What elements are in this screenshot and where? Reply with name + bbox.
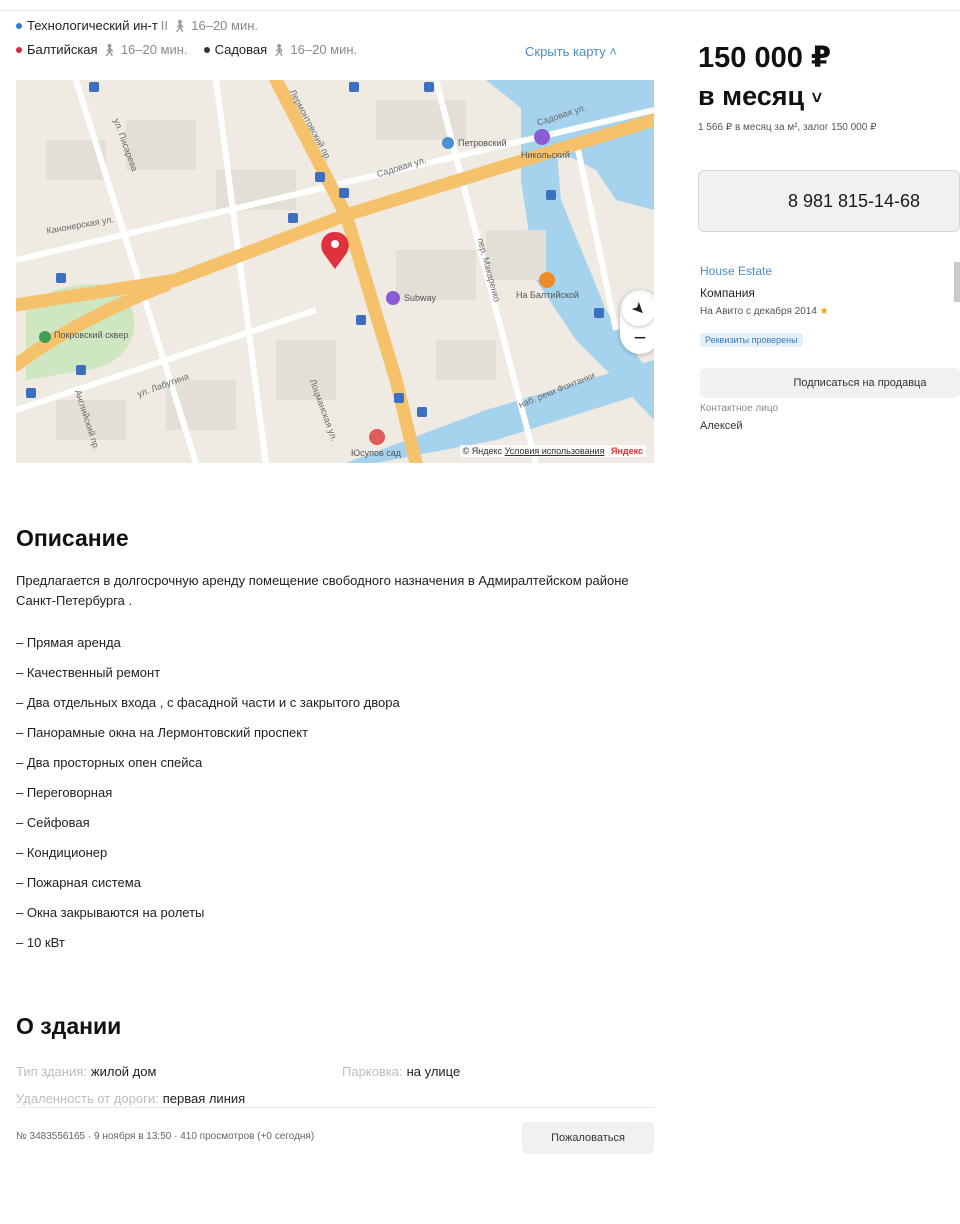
map-poi-label: Юсупов сад: [351, 448, 402, 458]
building-title: О здании: [16, 1013, 122, 1039]
list-item: – Прямая аренда: [16, 635, 121, 650]
list-item: – Два просторных опен спейса: [16, 755, 203, 770]
seller-name-link[interactable]: House Estate: [700, 264, 772, 278]
chevron-down-icon: ˅: [811, 87, 823, 108]
metro-line-mark: II: [160, 18, 169, 33]
list-item: – Окна закрываются на ролеты: [16, 905, 205, 920]
distance-row: Удаленность от дороги: первая линия: [16, 1091, 245, 1106]
map-poi-label: Subway: [404, 293, 437, 303]
metro-line-dot: [16, 46, 22, 53]
list-item: – Сейфовая: [16, 815, 90, 830]
list-item: – Кондиционер: [16, 845, 108, 860]
complain-button[interactable]: Пожаловаться: [522, 1122, 654, 1154]
building-type-value: жилой дом: [90, 1064, 157, 1079]
seller-type: Компания: [700, 286, 755, 300]
map-terms-link[interactable]: Условия использования: [505, 446, 605, 456]
metro-station[interactable]: Садовая 🚶︎ 16–20 мин.: [203, 42, 358, 57]
contact-person-label: Контактное лицо: [700, 403, 779, 414]
price-period-selector[interactable]: в месяц ˅: [698, 78, 822, 116]
description-title: Описание: [16, 525, 129, 551]
metro-line-dot: [203, 46, 210, 53]
list-item: – Переговорная: [16, 785, 113, 800]
list-item: – Панорамные окна на Лермонтовский просп…: [16, 725, 309, 740]
metro-station[interactable]: Технологический ин-т II 🚶︎ 16–20 мин.: [16, 18, 258, 33]
price-period-label: в месяц: [698, 81, 805, 111]
metro-walk-time: 16–20 мин.: [120, 42, 188, 57]
hide-map-link[interactable]: Скрыть карту ˄: [525, 44, 617, 59]
map-copyright: © Яндекс: [462, 446, 503, 456]
yandex-logo[interactable]: Яндекс: [611, 446, 643, 456]
geolocation-button[interactable]: ➤: [622, 292, 654, 326]
hide-map-label: Скрыть карту: [525, 44, 606, 59]
subscribe-seller-button[interactable]: Подписаться на продавца: [700, 368, 960, 398]
map-poi-label: Покровский сквер: [54, 330, 129, 340]
rating-star-icon: ★: [819, 306, 829, 317]
map-canvas: [16, 80, 654, 463]
metro-line-dot: [16, 22, 22, 29]
parking-label: Парковка:: [342, 1064, 403, 1079]
building-type-label: Тип здания:: [16, 1064, 87, 1079]
metro-station-name: Технологический ин-т: [27, 18, 158, 33]
map-poi-label: На Балтийской: [516, 290, 579, 300]
features-list: – Прямая аренда – Качественный ремонт – …: [16, 633, 400, 963]
verified-badge[interactable]: Реквизиты проверены: [700, 333, 803, 347]
walking-person-icon: 🚶︎: [101, 42, 117, 57]
metro-row-2: Балтийская 🚶︎ 16–20 мин. Садовая 🚶︎ 16–2…: [16, 42, 373, 57]
price-amount: 150 000 ₽: [698, 42, 832, 74]
metro-station-name: Балтийская: [27, 42, 98, 57]
seller-since: На Авито с декабря 2014 ★: [700, 306, 829, 317]
building-type-row: Тип здания: жилой дом: [16, 1064, 156, 1079]
top-divider: [0, 10, 960, 11]
map-poi-label: Петровский: [458, 138, 507, 148]
footer-divider: [16, 1107, 654, 1108]
seller-since-text: На Авито с декабря 2014: [700, 306, 817, 317]
list-item: – Два отдельных входа , с фасадной части…: [16, 695, 400, 710]
list-item: – Пожарная система: [16, 875, 141, 890]
distance-label: Удаленность от дороги:: [16, 1091, 159, 1106]
description-intro: Предлагается в долгосрочную аренду помещ…: [16, 573, 629, 608]
price-details: 1 566 ₽ в месяц за м², залог 150 000 ₽: [698, 122, 877, 133]
metro-walk-time: 16–20 мин.: [290, 42, 358, 57]
listing-meta: № 3483556165 · 9 ноября в 13:50 · 410 пр…: [16, 1131, 315, 1142]
seller-avatar[interactable]: [954, 262, 960, 302]
contact-person-name: Алексей: [700, 420, 743, 432]
show-phone-button[interactable]: 8 981 815-14-68: [698, 170, 960, 232]
location-map[interactable]: Садовая ул. Садовая ул. ул. Писарева Лер…: [16, 80, 654, 463]
parking-row: Парковка: на улице: [342, 1064, 460, 1079]
zoom-out-button[interactable]: −: [620, 322, 654, 354]
metro-station-name: Садовая: [214, 42, 268, 57]
metro-row-1: Технологический ин-т II 🚶︎ 16–20 мин.: [16, 18, 274, 33]
walking-person-icon: 🚶︎: [172, 18, 188, 33]
map-attribution: © Яндекс Условия использования Яндекс: [459, 445, 646, 457]
parking-value: на улице: [406, 1064, 461, 1079]
list-item: – 10 кВт: [16, 935, 65, 950]
metro-walk-time: 16–20 мин.: [191, 18, 259, 33]
navigation-arrow-icon: ➤: [627, 298, 650, 321]
walking-person-icon: 🚶︎: [271, 42, 287, 57]
map-poi-label: Никольский: [521, 150, 570, 160]
list-item: – Качественный ремонт: [16, 665, 161, 680]
phone-number: 8 981 815-14-68: [787, 190, 921, 211]
metro-station[interactable]: Балтийская 🚶︎ 16–20 мин.: [16, 42, 188, 57]
chevron-up-icon: ˄: [609, 44, 617, 59]
distance-value: первая линия: [162, 1091, 246, 1106]
